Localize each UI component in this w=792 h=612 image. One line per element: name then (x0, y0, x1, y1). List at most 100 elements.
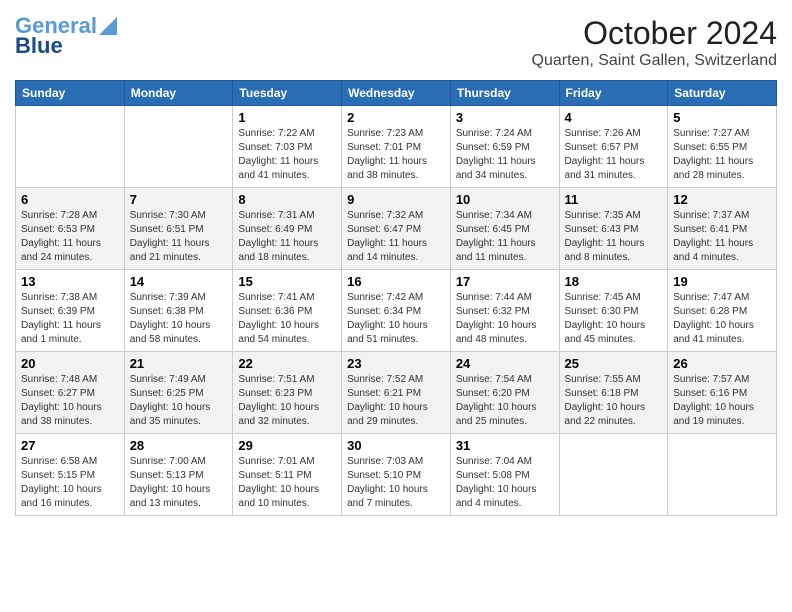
day-info: Sunrise: 7:01 AM Sunset: 5:11 PM Dayligh… (238, 455, 336, 511)
calendar-cell: 24Sunrise: 7:54 AM Sunset: 6:20 PM Dayli… (450, 352, 559, 434)
day-info: Sunrise: 7:51 AM Sunset: 6:23 PM Dayligh… (238, 373, 336, 429)
calendar-cell: 25 Sunrise: 7:55 AM Sunset: 6:18 PM Dayli… (559, 352, 668, 434)
calendar-cell: 26 Sunrise: 7:57 AM Sunset: 6:16 PM Dayli… (668, 352, 777, 434)
calendar-cell: 27 Sunrise: 6:58 AM Sunset: 5:15 PM Dayli… (16, 434, 125, 516)
day-info: Sunrise: 7:22 AM Sunset: 7:03 PM Dayligh… (238, 127, 336, 183)
logo-text: General (15, 15, 97, 37)
day-number: 2 (347, 110, 445, 125)
header: General Blue October 2024 Quarten, Saint… (15, 15, 777, 70)
month-title: October 2024 (532, 15, 777, 52)
calendar-cell: 3 Sunrise: 7:24 AM Sunset: 6:59 PM Daylig… (450, 106, 559, 188)
week-row-5: 27 Sunrise: 6:58 AM Sunset: 5:15 PM Dayli… (16, 434, 777, 516)
day-number: 25 (565, 356, 663, 371)
day-info: Sunrise: 7:24 AM Sunset: 6:59 PM Dayligh… (456, 127, 554, 183)
calendar-cell: 23 Sunrise: 7:52 AM Sunset: 6:21 PM Dayli… (342, 352, 451, 434)
day-info: Sunrise: 7:49 AM Sunset: 6:25 PM Dayligh… (130, 373, 228, 429)
calendar-cell: 9 Sunrise: 7:32 AM Sunset: 6:47 PM Daylig… (342, 188, 451, 270)
weekday-header-monday: Monday (124, 81, 233, 106)
day-number: 7 (130, 192, 228, 207)
day-number: 26 (673, 356, 771, 371)
day-number: 13 (21, 274, 119, 289)
calendar-table: SundayMondayTuesdayWednesdayThursdayFrid… (15, 80, 777, 516)
week-row-4: 20 Sunrise: 7:48 AM Sunset: 6:27 PM Dayli… (16, 352, 777, 434)
day-info: Sunrise: 7:26 AM Sunset: 6:57 PM Dayligh… (565, 127, 663, 183)
day-number: 12 (673, 192, 771, 207)
day-number: 20 (21, 356, 119, 371)
day-info: Sunrise: 7:42 AM Sunset: 6:34 PM Dayligh… (347, 291, 445, 347)
calendar-cell: 21 Sunrise: 7:49 AM Sunset: 6:25 PM Dayli… (124, 352, 233, 434)
day-number: 17 (456, 274, 554, 289)
logo: General Blue (15, 15, 117, 59)
calendar-cell: 20 Sunrise: 7:48 AM Sunset: 6:27 PM Dayli… (16, 352, 125, 434)
calendar-cell: 22 Sunrise: 7:51 AM Sunset: 6:23 PM Dayli… (233, 352, 342, 434)
day-info: Sunrise: 7:39 AM Sunset: 6:38 PM Dayligh… (130, 291, 228, 347)
day-info: Sunrise: 7:00 AM Sunset: 5:13 PM Dayligh… (130, 455, 228, 511)
calendar-cell: 31 Sunrise: 7:04 AM Sunset: 5:08 PM Dayli… (450, 434, 559, 516)
day-info: Sunrise: 7:48 AM Sunset: 6:27 PM Dayligh… (21, 373, 119, 429)
calendar-cell: 1Sunrise: 7:22 AM Sunset: 7:03 PM Daylig… (233, 106, 342, 188)
day-info: Sunrise: 7:28 AM Sunset: 6:53 PM Dayligh… (21, 209, 119, 265)
calendar-cell (124, 106, 233, 188)
calendar-cell: 10Sunrise: 7:34 AM Sunset: 6:45 PM Dayli… (450, 188, 559, 270)
day-number: 29 (238, 438, 336, 453)
day-info: Sunrise: 7:44 AM Sunset: 6:32 PM Dayligh… (456, 291, 554, 347)
week-row-3: 13Sunrise: 7:38 AM Sunset: 6:39 PM Dayli… (16, 270, 777, 352)
day-number: 19 (673, 274, 771, 289)
location-title: Quarten, Saint Gallen, Switzerland (532, 52, 777, 70)
calendar-cell: 7Sunrise: 7:30 AM Sunset: 6:51 PM Daylig… (124, 188, 233, 270)
day-number: 16 (347, 274, 445, 289)
calendar-cell: 14 Sunrise: 7:39 AM Sunset: 6:38 PM Dayli… (124, 270, 233, 352)
calendar-cell: 2 Sunrise: 7:23 AM Sunset: 7:01 PM Daylig… (342, 106, 451, 188)
day-number: 23 (347, 356, 445, 371)
calendar-cell: 15 Sunrise: 7:41 AM Sunset: 6:36 PM Dayli… (233, 270, 342, 352)
day-number: 22 (238, 356, 336, 371)
calendar-cell: 28 Sunrise: 7:00 AM Sunset: 5:13 PM Dayli… (124, 434, 233, 516)
day-number: 11 (565, 192, 663, 207)
day-number: 30 (347, 438, 445, 453)
day-number: 14 (130, 274, 228, 289)
day-info: Sunrise: 7:35 AM Sunset: 6:43 PM Dayligh… (565, 209, 663, 265)
calendar-cell: 19 Sunrise: 7:47 AM Sunset: 6:28 PM Dayli… (668, 270, 777, 352)
day-number: 4 (565, 110, 663, 125)
day-info: Sunrise: 7:47 AM Sunset: 6:28 PM Dayligh… (673, 291, 771, 347)
day-info: Sunrise: 7:04 AM Sunset: 5:08 PM Dayligh… (456, 455, 554, 511)
day-number: 31 (456, 438, 554, 453)
logo-triangle-icon (99, 17, 117, 35)
day-number: 27 (21, 438, 119, 453)
weekday-header-tuesday: Tuesday (233, 81, 342, 106)
day-info: Sunrise: 7:27 AM Sunset: 6:55 PM Dayligh… (673, 127, 771, 183)
calendar-body: 1Sunrise: 7:22 AM Sunset: 7:03 PM Daylig… (16, 106, 777, 516)
day-info: Sunrise: 7:32 AM Sunset: 6:47 PM Dayligh… (347, 209, 445, 265)
calendar-cell: 16 Sunrise: 7:42 AM Sunset: 6:34 PM Dayli… (342, 270, 451, 352)
day-number: 3 (456, 110, 554, 125)
calendar-cell (668, 434, 777, 516)
day-info: Sunrise: 7:03 AM Sunset: 5:10 PM Dayligh… (347, 455, 445, 511)
day-info: Sunrise: 7:41 AM Sunset: 6:36 PM Dayligh… (238, 291, 336, 347)
day-number: 5 (673, 110, 771, 125)
day-info: Sunrise: 6:58 AM Sunset: 5:15 PM Dayligh… (21, 455, 119, 511)
day-number: 9 (347, 192, 445, 207)
calendar-cell: 4 Sunrise: 7:26 AM Sunset: 6:57 PM Daylig… (559, 106, 668, 188)
day-number: 8 (238, 192, 336, 207)
day-number: 10 (456, 192, 554, 207)
day-info: Sunrise: 7:31 AM Sunset: 6:49 PM Dayligh… (238, 209, 336, 265)
weekday-header-row: SundayMondayTuesdayWednesdayThursdayFrid… (16, 81, 777, 106)
calendar-cell: 30 Sunrise: 7:03 AM Sunset: 5:10 PM Dayli… (342, 434, 451, 516)
day-number: 21 (130, 356, 228, 371)
week-row-1: 1Sunrise: 7:22 AM Sunset: 7:03 PM Daylig… (16, 106, 777, 188)
weekday-header-thursday: Thursday (450, 81, 559, 106)
day-number: 6 (21, 192, 119, 207)
day-info: Sunrise: 7:37 AM Sunset: 6:41 PM Dayligh… (673, 209, 771, 265)
day-info: Sunrise: 7:55 AM Sunset: 6:18 PM Dayligh… (565, 373, 663, 429)
day-info: Sunrise: 7:54 AM Sunset: 6:20 PM Dayligh… (456, 373, 554, 429)
day-number: 15 (238, 274, 336, 289)
calendar-cell (559, 434, 668, 516)
calendar-cell: 29 Sunrise: 7:01 AM Sunset: 5:11 PM Dayli… (233, 434, 342, 516)
day-info: Sunrise: 7:57 AM Sunset: 6:16 PM Dayligh… (673, 373, 771, 429)
day-info: Sunrise: 7:52 AM Sunset: 6:21 PM Dayligh… (347, 373, 445, 429)
day-info: Sunrise: 7:23 AM Sunset: 7:01 PM Dayligh… (347, 127, 445, 183)
weekday-header-saturday: Saturday (668, 81, 777, 106)
weekday-header-wednesday: Wednesday (342, 81, 451, 106)
calendar-cell: 6 Sunrise: 7:28 AM Sunset: 6:53 PM Daylig… (16, 188, 125, 270)
day-number: 28 (130, 438, 228, 453)
